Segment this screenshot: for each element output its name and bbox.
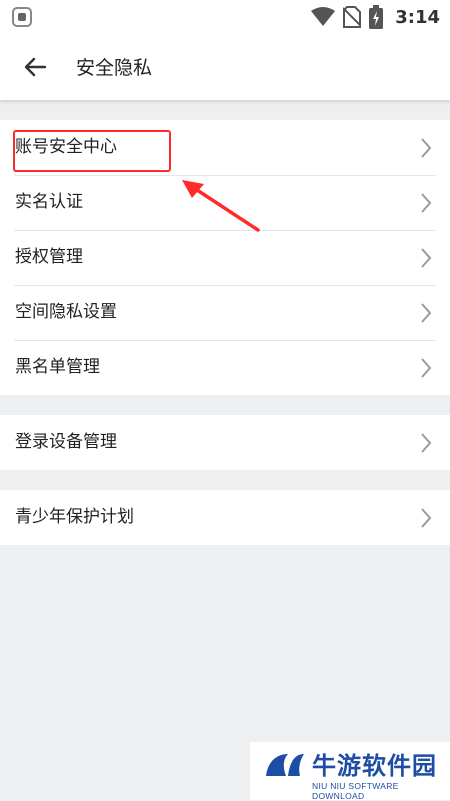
menu-item-youth-protection-plan[interactable]: 青少年保护计划	[0, 490, 450, 545]
menu-item-label: 实名认证	[15, 192, 83, 212]
annotation-highlight-box	[13, 130, 171, 172]
chevron-right-icon	[421, 138, 432, 158]
settings-group-youth: 青少年保护计划	[0, 490, 450, 545]
app-header: 安全隐私	[0, 34, 450, 100]
menu-item-label: 青少年保护计划	[15, 507, 134, 527]
chevron-right-icon	[421, 193, 432, 213]
status-time: 3:14	[395, 6, 440, 28]
battery-charging-icon	[369, 5, 384, 29]
status-icons: 3:14	[311, 4, 440, 30]
chevron-right-icon	[421, 433, 432, 453]
page-title: 安全隐私	[76, 57, 153, 79]
chevron-right-icon	[421, 248, 432, 268]
wifi-icon	[311, 7, 336, 26]
watermark-title: 牛游软件园	[312, 752, 437, 780]
menu-item-login-device-management[interactable]: 登录设备管理	[0, 415, 450, 470]
back-button[interactable]	[14, 46, 56, 88]
menu-item-label: 登录设备管理	[15, 432, 117, 452]
menu-item-label: 空间隐私设置	[15, 302, 117, 322]
chevron-right-icon	[421, 508, 432, 528]
menu-item-blacklist-management[interactable]: 黑名单管理	[0, 340, 450, 395]
arrow-left-icon	[24, 57, 47, 77]
watermark: 牛游软件园 NIU NIU SOFTWARE DOWNLOAD	[250, 742, 450, 801]
app-icon	[12, 7, 32, 27]
chevron-right-icon	[421, 358, 432, 378]
sim-off-icon	[343, 6, 362, 28]
status-bar: 3:14	[0, 0, 450, 34]
watermark-subtitle: NIU NIU SOFTWARE DOWNLOAD	[312, 781, 399, 801]
watermark-logo-icon	[266, 754, 304, 776]
menu-item-label: 黑名单管理	[15, 357, 100, 377]
chevron-right-icon	[421, 303, 432, 323]
settings-group-devices: 登录设备管理	[0, 415, 450, 470]
menu-item-label: 授权管理	[15, 247, 83, 267]
menu-item-authorization-management[interactable]: 授权管理	[0, 230, 450, 285]
annotation-arrow-icon	[182, 180, 260, 232]
menu-item-space-privacy-settings[interactable]: 空间隐私设置	[0, 285, 450, 340]
